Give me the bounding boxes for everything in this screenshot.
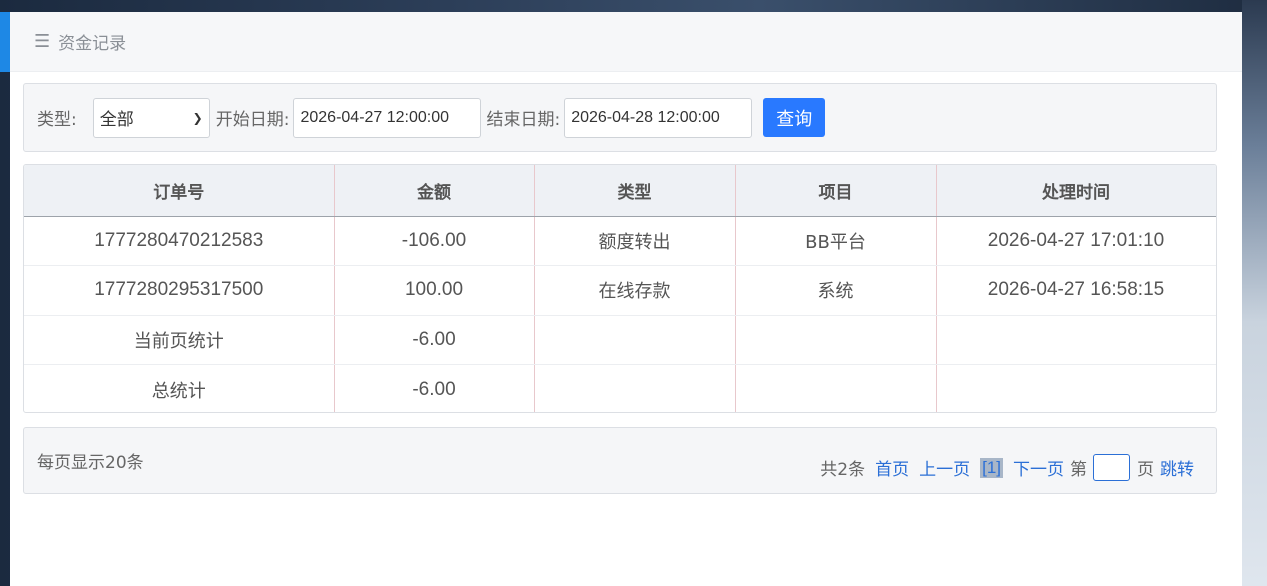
end-date-input[interactable]: [564, 97, 753, 138]
page-title: 资金记录: [58, 34, 127, 54]
pagination: 共2条 首页 上一页 [1] 下一页 第 页 跳转: [820, 454, 1194, 481]
table-row-page-summary: 当前页统计 -6.00: [24, 315, 1216, 365]
page-number-input[interactable]: [1093, 454, 1130, 481]
cell-empty: [534, 315, 736, 365]
column-header-type: 类型: [534, 165, 736, 217]
cell-time: 2026-04-27 17:01:10: [936, 216, 1216, 266]
table-row: 1777280295317500 100.00 在线存款 系统 2026-04-…: [24, 265, 1216, 316]
page-suffix: 页: [1137, 460, 1154, 480]
panel-header: ☰ 资金记录: [10, 12, 1242, 72]
current-page: [1]: [980, 457, 1003, 478]
cell-type: 额度转出: [534, 216, 736, 266]
cell-time: 2026-04-27 16:58:15: [936, 265, 1216, 316]
prev-page-link[interactable]: 上一页: [919, 455, 970, 480]
per-page-info: 每页显示20条: [37, 453, 144, 473]
end-date-label: 结束日期:: [486, 110, 561, 130]
cell-empty: [735, 315, 937, 365]
cell-amount: -106.00: [334, 216, 535, 266]
cell-type: 在线存款: [534, 265, 736, 316]
first-page-link[interactable]: 首页: [875, 455, 909, 480]
page-prefix: 第: [1070, 460, 1087, 480]
chevron-down-icon: ❯: [192, 110, 203, 125]
table-row: 1777280470212583 -106.00 额度转出 BB平台 2026-…: [24, 216, 1216, 266]
table-header-row: 订单号 金额 类型 项目 处理时间: [24, 165, 1216, 217]
menu-icon: ☰: [34, 30, 51, 52]
cell-total-amount: -6.00: [334, 364, 535, 412]
total-count: 共2条: [820, 460, 866, 480]
start-date-input[interactable]: [293, 97, 482, 138]
cell-empty: [936, 364, 1216, 412]
cell-item: BB平台: [735, 216, 937, 266]
column-header-item: 项目: [735, 165, 937, 217]
cell-summary-label: 当前页统计: [24, 315, 335, 365]
main-panel: ☰ 资金记录 类型: 全部 ❯ 开始日期: 结束日期: 查询 订单号 金额 类型…: [10, 12, 1242, 586]
type-label: 类型:: [37, 110, 77, 130]
type-select-value: 全部: [99, 110, 134, 130]
query-button[interactable]: 查询: [763, 98, 826, 137]
cell-summary-amount: -6.00: [334, 315, 535, 365]
column-header-time: 处理时间: [936, 165, 1216, 217]
pagination-bar: 每页显示20条 共2条 首页 上一页 [1] 下一页 第 页 跳转: [23, 427, 1217, 494]
cell-total-label: 总统计: [24, 364, 335, 412]
column-header-amount: 金额: [334, 165, 535, 217]
table-row-total-summary: 总统计 -6.00: [24, 364, 1216, 412]
cell-empty: [534, 364, 736, 412]
cell-empty: [936, 315, 1216, 365]
records-table: 订单号 金额 类型 项目 处理时间 1777280470212583 -106.…: [23, 164, 1217, 413]
cell-order-no: 1777280295317500: [24, 265, 335, 316]
cell-empty: [735, 364, 937, 412]
column-header-order-no: 订单号: [24, 165, 335, 217]
cell-amount: 100.00: [334, 265, 535, 316]
start-date-label: 开始日期:: [215, 110, 290, 130]
filter-bar: 类型: 全部 ❯ 开始日期: 结束日期: 查询: [23, 83, 1217, 152]
background-right-edge: [1242, 0, 1267, 586]
type-select[interactable]: 全部 ❯: [92, 97, 210, 138]
cell-item: 系统: [735, 265, 937, 316]
jump-link[interactable]: 跳转: [1160, 455, 1194, 480]
next-page-link[interactable]: 下一页: [1013, 455, 1064, 480]
cell-order-no: 1777280470212583: [24, 216, 335, 266]
accent-bar: [0, 12, 10, 72]
